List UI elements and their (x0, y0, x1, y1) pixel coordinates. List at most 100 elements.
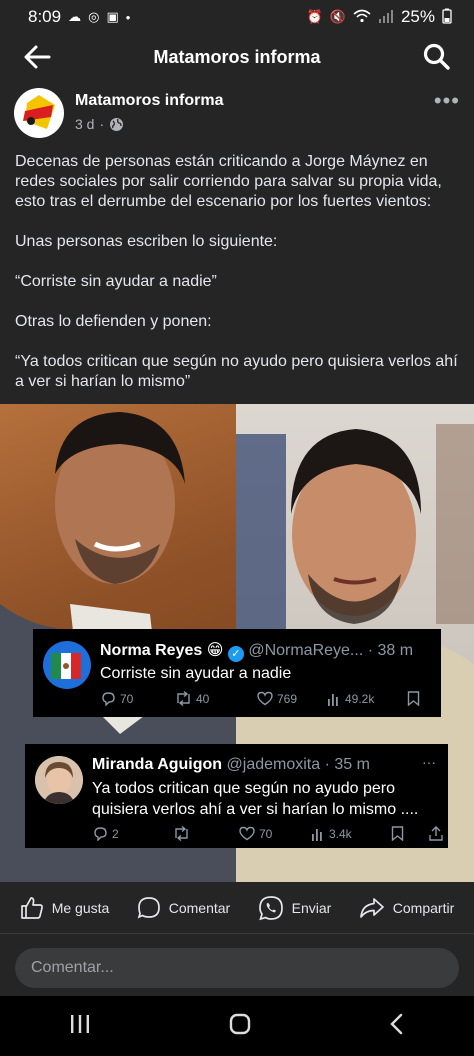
page-title: Matamoros informa (153, 46, 321, 67)
reply-count: 2 (112, 826, 119, 841)
reply-action[interactable]: 2 (93, 826, 173, 841)
battery-percent: 25% (400, 7, 435, 26)
status-left: 8:09 ☁ ◎ ▣ • (28, 7, 130, 27)
post-meta: Matamoros informa 3 d · (75, 92, 223, 132)
bookmark-action[interactable] (391, 826, 429, 841)
back-arrow-icon (24, 45, 51, 69)
bookmark-action[interactable] (407, 691, 420, 706)
heart-icon (257, 691, 273, 706)
globe-icon (110, 117, 124, 131)
dot-separator: · (99, 116, 105, 132)
post-header: Matamoros informa 3 d · ••• (14, 88, 460, 144)
app-bar: Matamoros informa (0, 34, 474, 80)
bookmark-icon (407, 691, 420, 706)
clock: 8:09 (28, 7, 62, 26)
mute-icon: 🔇 (329, 9, 346, 24)
cloud-icon: ☁ (68, 9, 82, 24)
share-arrow-icon (359, 897, 384, 918)
tweet-author-name[interactable]: Norma Reyes (100, 642, 202, 659)
retweet-action[interactable]: 40 (175, 691, 257, 706)
reaction-bar: Me gusta Comentar Enviar Compartir (0, 882, 474, 934)
like-count: 769 (277, 691, 298, 706)
reply-action[interactable]: 70 (101, 691, 175, 706)
tweet-author-name[interactable]: Miranda Aguigon (92, 756, 222, 773)
back-button[interactable] (20, 40, 54, 74)
retweet-icon (175, 826, 188, 841)
page-logo-icon (23, 95, 55, 129)
signal-icon (378, 9, 394, 26)
gallery-icon: ▣ (106, 9, 119, 24)
page-avatar[interactable] (14, 88, 64, 138)
tweet-handle[interactable]: @jademoxita (227, 756, 321, 773)
share-button[interactable]: Compartir (359, 897, 454, 919)
dot-separator: · (367, 642, 374, 659)
comment-input[interactable]: Comentar... (15, 948, 459, 988)
like-button[interactable]: Me gusta (20, 896, 110, 920)
comment-placeholder: Comentar... (31, 959, 114, 976)
tweet-card: Miranda Aguigon @jademoxita · 35 m ··· Y… (25, 744, 448, 848)
post-time: 3 d (75, 116, 95, 132)
recent-apps-icon (71, 1014, 89, 1033)
post-paragraph: Unas personas escriben lo siguiente: (15, 233, 278, 250)
retweet-icon (177, 691, 190, 706)
tweet-time: 38 m (377, 642, 414, 659)
comment-icon (137, 896, 160, 918)
send-label: Enviar (291, 899, 332, 916)
whatsapp-icon (258, 895, 283, 920)
like-action[interactable]: 769 (257, 691, 327, 706)
back-chevron-icon (390, 1013, 403, 1034)
bookmark-icon (391, 826, 404, 841)
retweet-count: 40 (196, 691, 210, 706)
retweet-action[interactable] (173, 826, 239, 841)
views-action[interactable]: 49.2k (327, 692, 407, 706)
tweet-time: 35 m (334, 756, 370, 773)
tweet-avatar (35, 756, 83, 804)
verified-badge-icon: ✓ (227, 645, 244, 662)
send-button[interactable]: Enviar (258, 895, 332, 921)
post-time-row: 3 d · (75, 116, 223, 132)
tweet-header: Norma Reyes 😁 ✓ @NormaReye... · 38 m (100, 640, 413, 662)
back-nav-button[interactable] (389, 1013, 405, 1040)
tweet-header: Miranda Aguigon @jademoxita · 35 m (92, 756, 370, 774)
share-label: Compartir (392, 899, 455, 916)
search-button[interactable] (420, 40, 454, 74)
views-icon (328, 693, 338, 706)
heart-icon (239, 826, 255, 841)
tweet-avatar (43, 641, 91, 689)
dot-separator: · (324, 756, 330, 773)
like-action[interactable]: 70 (239, 826, 311, 841)
like-label: Me gusta (51, 899, 110, 916)
post-paragraph: “Corriste sin ayudar a nadie” (15, 273, 217, 290)
grin-emoji: 😁 (206, 642, 224, 659)
views-count: 3.4k (329, 826, 352, 841)
share-action[interactable] (429, 826, 443, 841)
recent-apps-button[interactable] (69, 1014, 91, 1039)
views-action[interactable]: 3.4k (311, 827, 391, 841)
more-options-icon[interactable]: ••• (434, 88, 460, 114)
post-body: Decenas de personas están criticando a J… (15, 152, 461, 392)
post-paragraph: Otras lo defienden y ponen: (15, 313, 212, 330)
thumbs-up-icon (20, 896, 43, 919)
tweet-actions: 70 40 769 49.2k (101, 691, 431, 706)
wifi-icon (353, 9, 371, 26)
status-bar: 8:09 ☁ ◎ ▣ • ⏰ 🔇 25% (0, 0, 474, 34)
alarm-icon: ⏰ (306, 9, 323, 24)
home-button[interactable] (229, 1013, 251, 1040)
post-photo[interactable]: Norma Reyes 😁 ✓ @NormaReye... · 38 m Cor… (0, 404, 474, 882)
post-paragraph: Decenas de personas están criticando a J… (15, 153, 442, 210)
reply-icon (102, 692, 115, 706)
tweet-card: Norma Reyes 😁 ✓ @NormaReye... · 38 m Cor… (33, 629, 441, 717)
woman-avatar-icon (35, 756, 83, 804)
tweet-handle[interactable]: @NormaReye... (248, 642, 363, 659)
system-nav-bar (0, 996, 474, 1056)
like-count: 70 (259, 826, 273, 841)
battery-icon (442, 8, 452, 27)
views-count: 49.2k (345, 691, 375, 706)
more-options-icon[interactable]: ··· (422, 754, 436, 770)
dot-icon: • (125, 9, 131, 25)
share-icon (429, 826, 443, 841)
comment-button[interactable]: Comentar (137, 896, 230, 920)
reply-count: 70 (120, 691, 134, 706)
post-paragraph: “Ya todos critican que según no ayudo pe… (15, 353, 458, 390)
page-name[interactable]: Matamoros informa (75, 92, 223, 110)
